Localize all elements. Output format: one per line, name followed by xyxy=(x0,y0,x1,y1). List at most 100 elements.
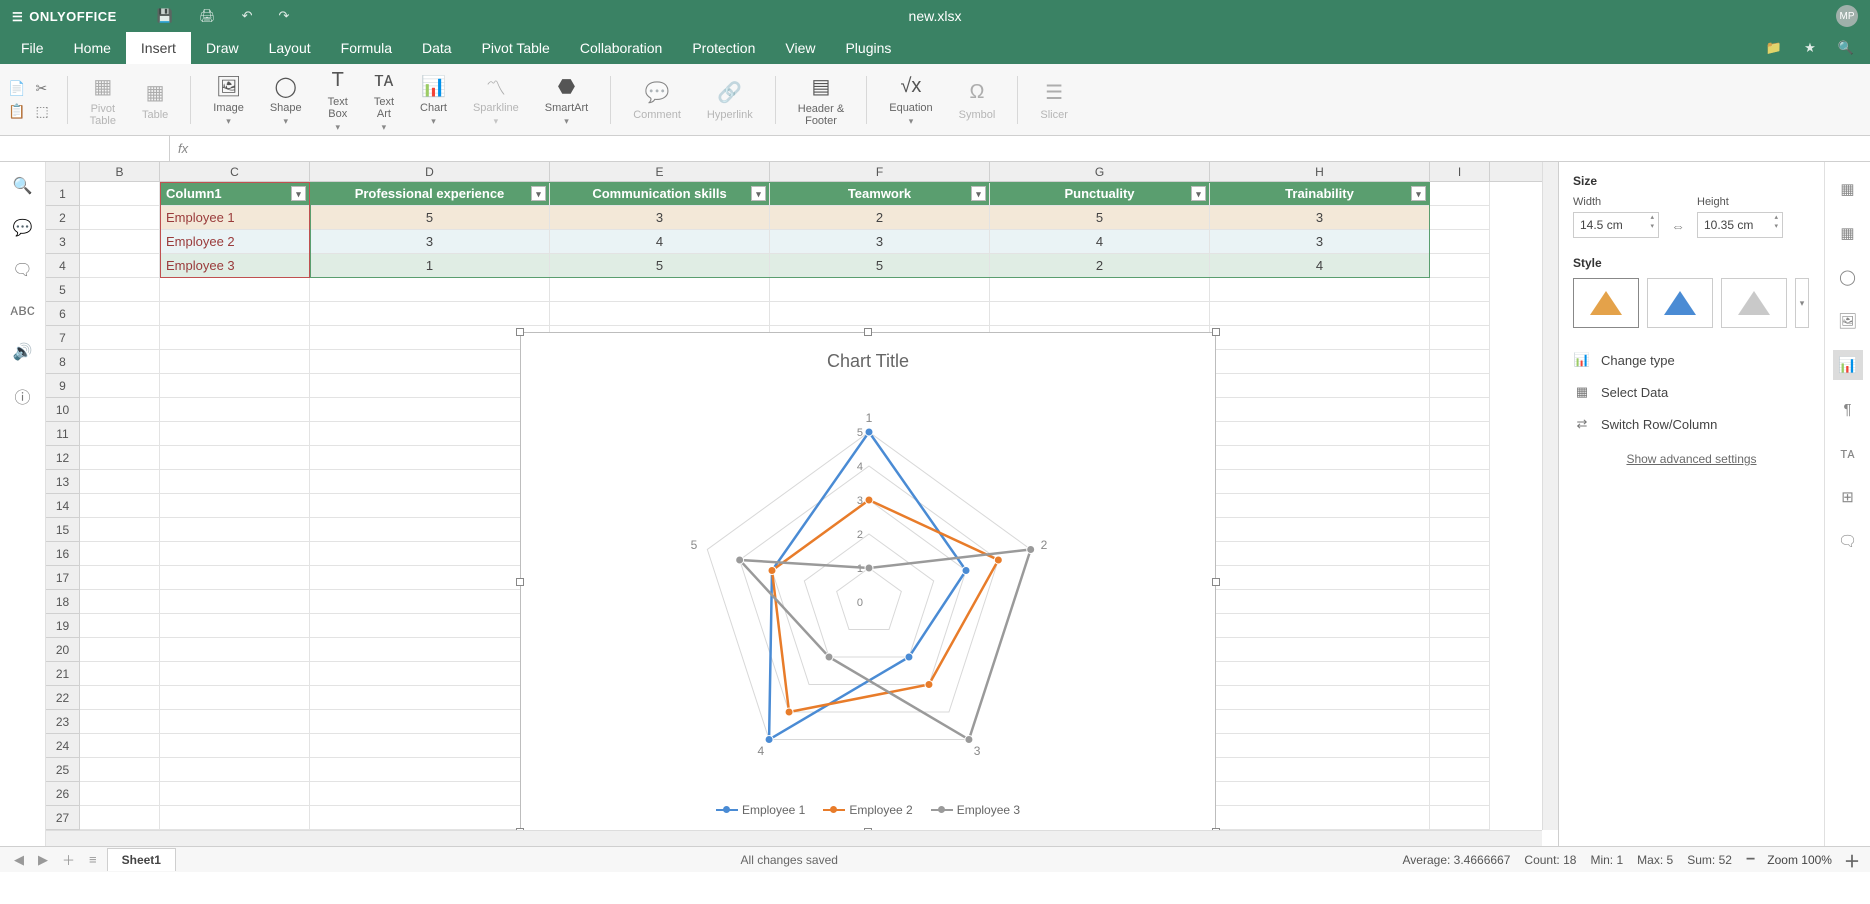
cell[interactable] xyxy=(310,494,550,518)
save-icon[interactable]: 💾 xyxy=(157,8,173,24)
menu-plugins[interactable]: Plugins xyxy=(830,32,906,64)
select-all-corner[interactable] xyxy=(46,162,80,181)
paste-special-icon[interactable]: ⬚ xyxy=(35,103,48,120)
filter-icon[interactable]: ▾ xyxy=(751,186,766,201)
cell[interactable] xyxy=(1430,590,1490,614)
undo-icon[interactable]: ↶ xyxy=(242,8,253,24)
cell[interactable] xyxy=(80,806,160,830)
menu-draw[interactable]: Draw xyxy=(191,32,254,64)
cell[interactable]: 2 xyxy=(770,206,990,230)
row-header[interactable]: 12 xyxy=(46,446,80,470)
cell[interactable]: 3 xyxy=(1210,230,1430,254)
cell[interactable] xyxy=(1430,566,1490,590)
resize-handle[interactable] xyxy=(516,578,524,586)
menu-data[interactable]: Data xyxy=(407,32,467,64)
row-header[interactable]: 1 xyxy=(46,182,80,206)
ribbon-image[interactable]: 🖼Image xyxy=(209,72,248,127)
menu-collaboration[interactable]: Collaboration xyxy=(565,32,678,64)
sheet-tab[interactable]: Sheet1 xyxy=(107,848,176,871)
cell[interactable] xyxy=(770,278,990,302)
cell[interactable] xyxy=(1430,638,1490,662)
cell[interactable] xyxy=(990,302,1210,326)
rightbar-icon-0[interactable]: ▦ xyxy=(1833,174,1863,204)
sheet-next-icon[interactable]: ▶ xyxy=(34,852,52,868)
cell[interactable]: 5 xyxy=(550,254,770,278)
cell[interactable] xyxy=(1430,374,1490,398)
height-input[interactable]: 10.35 cm xyxy=(1697,212,1783,238)
ribbon-shape[interactable]: ◯Shape xyxy=(266,72,306,127)
ribbon-headerfooter[interactable]: ▤Header & Footer xyxy=(794,73,848,127)
cell[interactable]: Employee 1 xyxy=(160,206,310,230)
filter-icon[interactable]: ▾ xyxy=(531,186,546,201)
cell[interactable] xyxy=(1210,542,1430,566)
cell[interactable] xyxy=(80,374,160,398)
cell[interactable] xyxy=(160,542,310,566)
cell[interactable] xyxy=(1430,206,1490,230)
row-header[interactable]: 16 xyxy=(46,542,80,566)
horizontal-scrollbar[interactable] xyxy=(46,830,1542,846)
cell[interactable] xyxy=(1430,278,1490,302)
row-header[interactable]: 10 xyxy=(46,398,80,422)
cell[interactable]: 3 xyxy=(550,206,770,230)
col-header[interactable]: C xyxy=(160,162,310,181)
menu-formula[interactable]: Formula xyxy=(326,32,407,64)
row-header[interactable]: 11 xyxy=(46,422,80,446)
cell[interactable] xyxy=(160,662,310,686)
cell[interactable] xyxy=(160,518,310,542)
cell[interactable] xyxy=(1210,350,1430,374)
col-header[interactable]: E xyxy=(550,162,770,181)
cell[interactable]: 2 xyxy=(990,254,1210,278)
cell[interactable]: 3 xyxy=(310,230,550,254)
cell[interactable]: Employee 2 xyxy=(160,230,310,254)
cell[interactable]: Teamwork▾ xyxy=(770,182,990,206)
cell[interactable] xyxy=(1210,614,1430,638)
cell[interactable] xyxy=(1430,518,1490,542)
leftbar-icon-2[interactable]: 🗨 xyxy=(12,260,32,280)
vertical-scrollbar[interactable] xyxy=(1542,162,1558,830)
rightbar-icon-2[interactable]: ◯ xyxy=(1833,262,1863,292)
cell[interactable] xyxy=(310,734,550,758)
cell[interactable] xyxy=(80,446,160,470)
row-header[interactable]: 5 xyxy=(46,278,80,302)
cell[interactable] xyxy=(1430,542,1490,566)
cell[interactable] xyxy=(1210,590,1430,614)
cell[interactable] xyxy=(160,422,310,446)
cell[interactable] xyxy=(80,686,160,710)
style-dropdown[interactable]: ▾ xyxy=(1795,278,1809,328)
cell[interactable] xyxy=(1430,710,1490,734)
cell[interactable] xyxy=(80,302,160,326)
cell[interactable] xyxy=(1430,782,1490,806)
cell[interactable] xyxy=(80,710,160,734)
resize-handle[interactable] xyxy=(1212,578,1220,586)
user-avatar[interactable]: MP xyxy=(1836,5,1858,27)
rightbar-icon-1[interactable]: ▦ xyxy=(1833,218,1863,248)
row-header[interactable]: 19 xyxy=(46,614,80,638)
option-select-data[interactable]: ▦Select Data xyxy=(1573,376,1810,408)
search-icon[interactable]: 🔍 xyxy=(1828,32,1864,64)
cell[interactable] xyxy=(160,710,310,734)
cell[interactable] xyxy=(160,446,310,470)
cell[interactable] xyxy=(550,302,770,326)
cell[interactable] xyxy=(310,518,550,542)
cell[interactable] xyxy=(310,638,550,662)
cell[interactable] xyxy=(160,494,310,518)
leftbar-icon-4[interactable]: 🔊 xyxy=(13,342,33,362)
ribbon-equation[interactable]: √xEquation xyxy=(885,72,936,127)
favorite-icon[interactable]: ★ xyxy=(1792,32,1828,64)
cell[interactable] xyxy=(160,302,310,326)
cell[interactable] xyxy=(310,278,550,302)
zoom-in-icon[interactable]: ＋ xyxy=(1844,848,1860,872)
cell[interactable] xyxy=(310,782,550,806)
chart-object[interactable]: Chart Title 01234512345 Employee 1Employ… xyxy=(520,332,1216,832)
cell[interactable] xyxy=(1210,326,1430,350)
cell[interactable] xyxy=(80,422,160,446)
name-box-input[interactable] xyxy=(6,142,163,156)
copy-icon[interactable]: 📄 xyxy=(8,80,25,97)
cell[interactable] xyxy=(310,326,550,350)
cell[interactable] xyxy=(80,278,160,302)
cell[interactable]: Professional experience▾ xyxy=(310,182,550,206)
ribbon-textbox[interactable]: TText Box xyxy=(324,66,352,133)
option-change-type[interactable]: 📊Change type xyxy=(1573,344,1810,376)
row-header[interactable]: 15 xyxy=(46,518,80,542)
redo-icon[interactable]: ↷ xyxy=(278,8,289,24)
